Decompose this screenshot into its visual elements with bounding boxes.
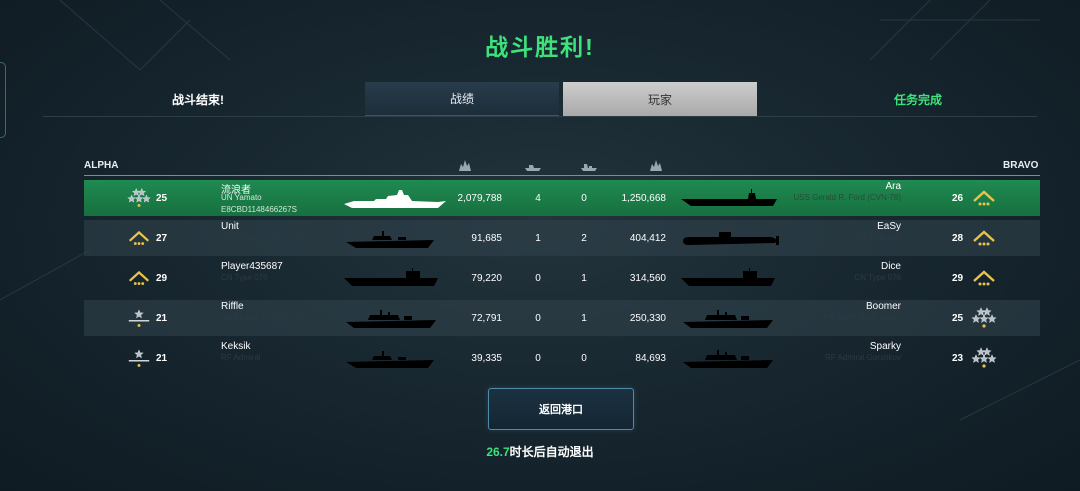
rank-chevron-icon (126, 227, 152, 249)
alpha-player-level: 29 (156, 273, 168, 284)
team-alpha-label: ALPHA (84, 160, 119, 171)
bravo-ship-name: CN Type 100 (854, 233, 901, 242)
ship-silhouette-icon (683, 310, 773, 328)
bravo-kills: 1 (581, 313, 587, 324)
table-row[interactable]: 21 Riffle USS Leyte Gulf (CG-72) 72,791 0 1 25… (84, 300, 1040, 336)
table-row[interactable]: 29 Player435687 CN Type 076 79,220 0 1 314,560… (84, 260, 1040, 296)
divider (43, 116, 1037, 117)
bravo-ship-name: RF TARK Pyotr Veliky (823, 313, 902, 322)
bravo-damage: 1,250,668 (621, 193, 667, 204)
bravo-player-level: 29 (952, 273, 964, 284)
rank-3star-icon (126, 187, 152, 209)
ship-silhouette-icon (681, 268, 775, 286)
alpha-player-level: 21 (156, 313, 168, 324)
alpha-damage: 79,220 (471, 273, 502, 284)
ship-silhouette-icon (683, 350, 773, 368)
bravo-player-name[interactable]: Ara (784, 181, 901, 192)
auto-exit-countdown: 26.7时长后自动退出 (0, 443, 1080, 460)
return-to-port-button[interactable]: 返回港口 (488, 388, 634, 430)
table-row[interactable]: 27 Unit JS Ashigara (DDG-178) 91,685 1 2 404,4… (84, 220, 1040, 256)
alpha-player-name[interactable]: Unit (221, 221, 239, 232)
alpha-ship-name: JS Ashigara (DDG-178) (221, 233, 306, 242)
page-title: 战斗胜利! (485, 34, 595, 60)
alpha-kills: 0 (535, 273, 541, 284)
countdown-text: 时长后自动退出 (509, 445, 594, 459)
ship-silhouette-icon (344, 268, 438, 286)
bravo-ship-name: CN Type 076 (854, 273, 901, 282)
bravo-player-level: 26 (952, 193, 964, 204)
damage-icon (650, 160, 662, 171)
countdown-seconds: 26.7 (486, 445, 510, 459)
bravo-player-name[interactable]: Dice (784, 261, 901, 272)
alpha-ship-name: USS Leyte Gulf (CG-72) (221, 313, 308, 322)
team-bravo-label: BRAVO (1003, 160, 1039, 171)
destroyer-kills-icon (525, 165, 541, 171)
alpha-ship-name: CN Type 076 (221, 273, 268, 282)
alpha-damage: 91,685 (471, 233, 502, 244)
ship-kills-icon (581, 164, 597, 171)
alpha-damage: 72,791 (471, 313, 502, 324)
bravo-damage: 404,412 (629, 233, 666, 244)
alpha-player-name[interactable]: Player435687 (221, 261, 283, 272)
rank-1star-icon (126, 307, 152, 329)
bravo-player-name[interactable]: Sparky (784, 341, 901, 352)
bravo-player-level: 23 (952, 353, 964, 364)
bravo-damage: 84,693 (635, 353, 666, 364)
alpha-kills: 0 (535, 313, 541, 324)
rank-chevron-icon (970, 267, 998, 289)
table-row[interactable]: 21 Keksik RF Admiral 39,335 0 0 84,693 Sparky RF… (84, 340, 1040, 376)
alpha-player-level: 21 (156, 353, 168, 364)
tab-stats[interactable]: 战绩 (365, 82, 559, 116)
side-panel-handle[interactable] (0, 62, 6, 138)
ship-silhouette-icon (346, 310, 436, 328)
alpha-kills: 1 (535, 233, 541, 244)
alpha-ship-name: UN Yamato (221, 193, 262, 202)
bravo-damage: 314,560 (629, 273, 666, 284)
ship-silhouette-icon (683, 232, 779, 245)
battle-status-label: 战斗结束! (172, 93, 224, 107)
header-divider (84, 175, 1040, 176)
bravo-ship-name: RF Admiral Gorshkov (824, 353, 901, 362)
ship-silhouette-icon (344, 190, 446, 208)
alpha-kills: 4 (535, 193, 541, 204)
rank-3star-icon (970, 307, 998, 329)
alpha-ship-name: RF Admiral (221, 353, 261, 362)
alpha-damage: 39,335 (471, 353, 502, 364)
alpha-player-level: 27 (156, 233, 168, 244)
rank-chevron-icon (126, 267, 152, 289)
bravo-damage: 250,330 (629, 313, 666, 324)
bravo-player-level: 28 (952, 233, 964, 244)
table-row[interactable]: 25 流浪者 UN Yamato E8CBD1148466267S 2,079,788 4… (84, 180, 1040, 216)
bravo-player-name[interactable]: Boomer (784, 301, 901, 312)
ship-silhouette-icon (346, 231, 434, 248)
alpha-damage: 2,079,788 (457, 193, 503, 204)
rank-3star-icon (970, 347, 998, 369)
rank-chevron-icon (970, 227, 998, 249)
alpha-kills: 0 (535, 353, 541, 364)
alpha-player-name[interactable]: Riffle (221, 301, 244, 312)
bravo-kills: 2 (581, 233, 587, 244)
bravo-player-level: 25 (952, 313, 964, 324)
alpha-player-level: 25 (156, 193, 168, 204)
tab-players[interactable]: 玩家 (563, 82, 757, 116)
rank-chevron-icon (970, 187, 998, 209)
alpha-player-name[interactable]: Keksik (221, 341, 250, 352)
mission-status-label: 任务完成 (894, 93, 943, 107)
damage-icon (459, 160, 471, 171)
ship-silhouette-icon (346, 351, 434, 368)
bravo-ship-name: USS Gerald R. Ford (CVN-78) (793, 193, 901, 202)
bravo-player-name[interactable]: EaSy (784, 221, 901, 232)
bravo-kills: 0 (581, 193, 587, 204)
alpha-player-id: E8CBD1148466267S (221, 205, 297, 214)
bravo-kills: 0 (581, 353, 587, 364)
bravo-kills: 1 (581, 273, 587, 284)
ship-silhouette-icon (681, 189, 777, 206)
rank-1star-icon (126, 347, 152, 369)
